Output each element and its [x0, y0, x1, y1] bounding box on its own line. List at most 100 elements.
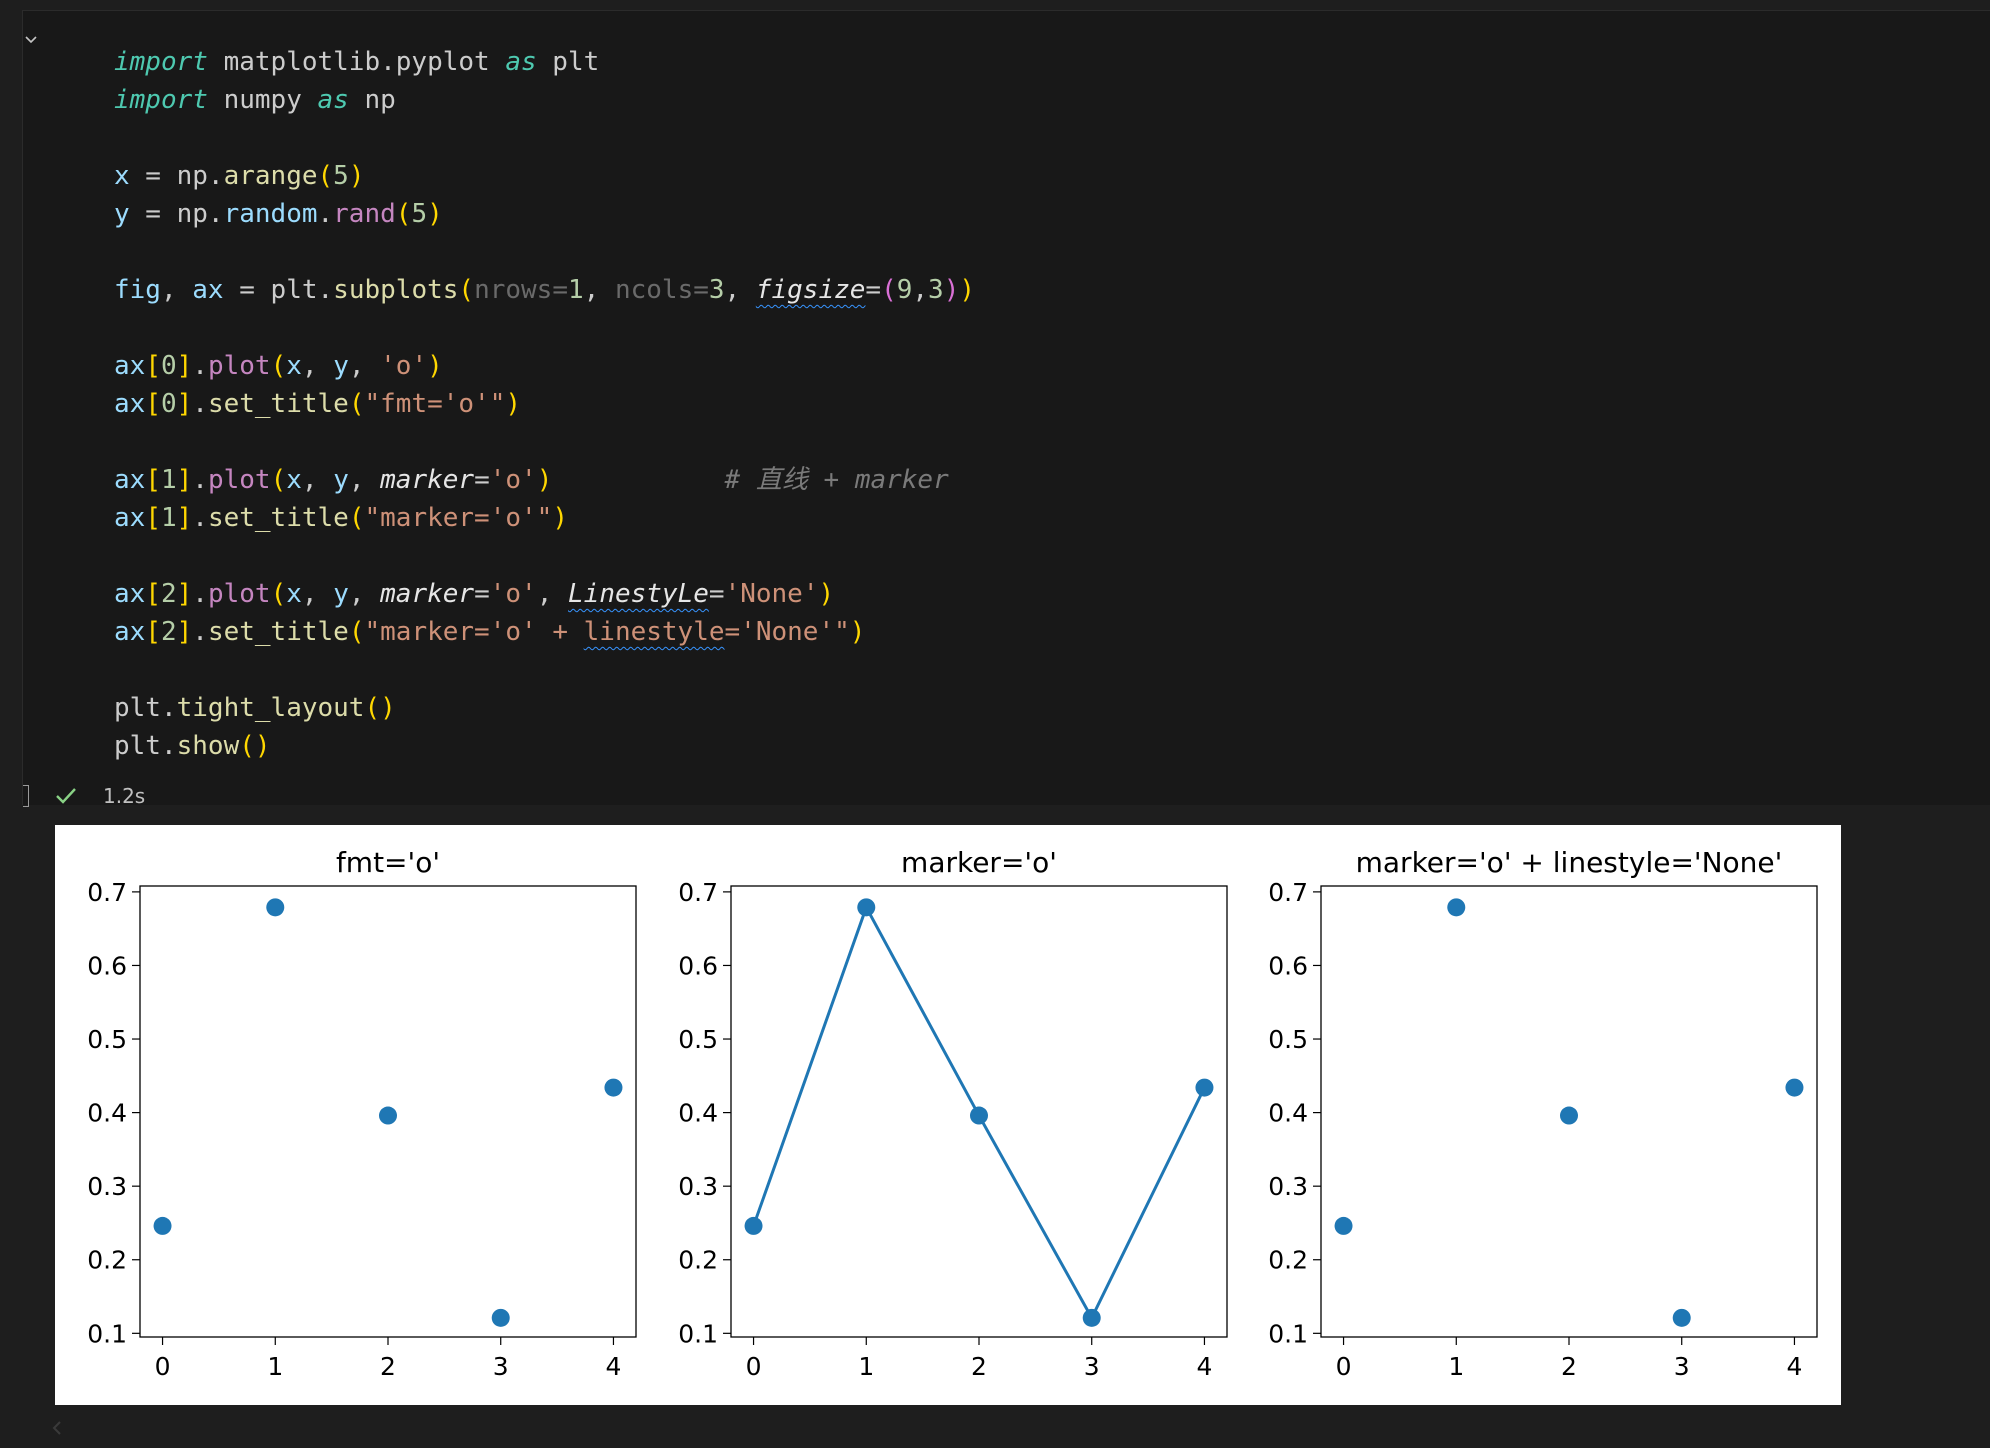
collapse-chevron-icon[interactable]	[23, 31, 39, 47]
code-token: 0	[160, 389, 177, 419]
code-line[interactable]	[114, 651, 975, 689]
code-token: plt	[536, 47, 600, 77]
code-token: set_title	[207, 389, 349, 419]
code-token: ,	[348, 579, 381, 609]
code-token: ax	[114, 465, 146, 495]
code-line[interactable]: x = np.arange(5)	[114, 157, 975, 195]
code-token: ]	[176, 617, 193, 647]
code-token: y	[114, 199, 130, 229]
code-line[interactable]: ax[0].plot(x, y, 'o')	[114, 347, 975, 385]
data-point	[604, 1078, 623, 1097]
code-token: ]	[176, 579, 193, 609]
code-token: 1	[160, 465, 177, 495]
data-point	[1334, 1216, 1353, 1235]
code-token: set_title	[207, 617, 349, 647]
code-line[interactable]: import numpy as np	[114, 81, 975, 119]
code-token: .	[192, 389, 208, 419]
code-token: ]	[176, 351, 193, 381]
code-token: x	[286, 579, 302, 609]
code-token: (	[348, 617, 365, 647]
code-token: ax	[114, 351, 146, 381]
code-token: set_title	[207, 503, 349, 533]
code-token: )	[849, 617, 866, 647]
code-token: marker	[380, 579, 475, 609]
code-token: )	[427, 199, 443, 229]
code-line[interactable]: ax[2].plot(x, y, marker='o', LinestyLe='…	[114, 575, 975, 613]
code-token: (	[458, 275, 475, 305]
code-token: [	[145, 617, 161, 647]
code-token: = plt.	[223, 275, 334, 305]
code-line[interactable]	[114, 537, 975, 575]
code-token: ,	[583, 275, 615, 305]
code-line[interactable]	[114, 423, 975, 461]
code-line[interactable]: ax[2].set_title("marker='o' + linestyle=…	[114, 613, 975, 651]
code-line[interactable]: fig, ax = plt.subplots(nrows=1, ncols=3,…	[114, 271, 975, 309]
y-tick-label: 0.7	[87, 878, 127, 907]
code-line[interactable]: import matplotlib.pyplot as plt	[114, 43, 975, 81]
code-token: LinestyLe	[568, 579, 709, 609]
data-point	[857, 898, 876, 917]
y-tick-label: 0.3	[678, 1172, 718, 1201]
matplotlib-figure: fmt='o' 0 1 2 3 4 0.1 0.2 0.3 0.4 0.5 0.6 0.7 marker=…	[87, 846, 1818, 1381]
data-point	[970, 1106, 988, 1125]
data-point	[1082, 1308, 1101, 1327]
y-tick-label: 0.1	[678, 1319, 718, 1348]
x-tick-label: 1	[1448, 1352, 1464, 1381]
code-token: 'o'	[380, 351, 428, 381]
chart-title: marker='o'	[901, 846, 1057, 879]
code-token: plt.	[114, 731, 177, 761]
code-editor[interactable]: import matplotlib.pyplot as plt import nu…	[114, 43, 975, 765]
code-line[interactable]	[114, 119, 975, 157]
x-tick-label: 2	[380, 1352, 396, 1381]
code-token: )	[818, 579, 835, 609]
y-tick-label: 0.4	[678, 1099, 718, 1128]
execution-count-bracket	[23, 785, 29, 807]
code-token: )	[552, 503, 568, 533]
code-token: (	[881, 275, 897, 305]
code-token: np	[348, 85, 396, 115]
code-token: ,	[301, 579, 334, 609]
code-token: ,	[160, 275, 193, 305]
code-token: )	[427, 351, 443, 381]
code-token: ]	[176, 389, 193, 419]
code-token: nrows=	[474, 275, 568, 305]
code-token: "marker='o'"	[364, 503, 553, 533]
code-token: ()	[239, 731, 271, 761]
code-token: x	[114, 161, 130, 191]
code-line[interactable]: y = np.random.rand(5)	[114, 195, 975, 233]
code-token: plt.	[114, 693, 177, 723]
code-line[interactable]: ax[0].set_title("fmt='o'")	[114, 385, 975, 423]
code-line[interactable]	[114, 233, 975, 271]
y-tick-label: 0.6	[87, 951, 127, 980]
y-tick-label: 0.3	[87, 1172, 127, 1201]
code-token: ,	[912, 275, 929, 305]
code-token: fig	[114, 275, 161, 305]
notebook-code-cell[interactable]: import matplotlib.pyplot as plt import nu…	[22, 10, 1990, 808]
code-token: ,	[348, 351, 381, 381]
code-line[interactable]: plt.tight_layout()	[114, 689, 975, 727]
code-line[interactable]: ax[1].plot(x, y, marker='o') # 直线 + mark…	[114, 461, 975, 499]
code-token: 5	[333, 161, 349, 191]
code-line[interactable]: plt.show()	[114, 727, 975, 765]
code-token: ncols=	[614, 275, 709, 305]
data-point	[1560, 1106, 1578, 1125]
code-token: as	[505, 47, 537, 77]
code-line[interactable]	[114, 309, 975, 347]
scroll-left-arrow-icon[interactable]	[50, 1418, 64, 1438]
data-point	[379, 1106, 397, 1125]
code-token: .	[192, 503, 208, 533]
code-token: =	[474, 579, 490, 609]
data-point	[744, 1216, 763, 1235]
check-icon	[56, 788, 76, 804]
code-token: .	[192, 351, 208, 381]
x-tick-label: 2	[1561, 1352, 1577, 1381]
code-token: y	[333, 351, 349, 381]
code-token: marker	[380, 465, 475, 495]
code-token: (	[270, 465, 287, 495]
code-token: (	[348, 503, 365, 533]
code-token: "fmt='o'"	[364, 389, 506, 419]
data-point	[1195, 1078, 1214, 1097]
code-line[interactable]: ax[1].set_title("marker='o'")	[114, 499, 975, 537]
code-token: .	[192, 465, 208, 495]
code-token: x	[286, 351, 302, 381]
